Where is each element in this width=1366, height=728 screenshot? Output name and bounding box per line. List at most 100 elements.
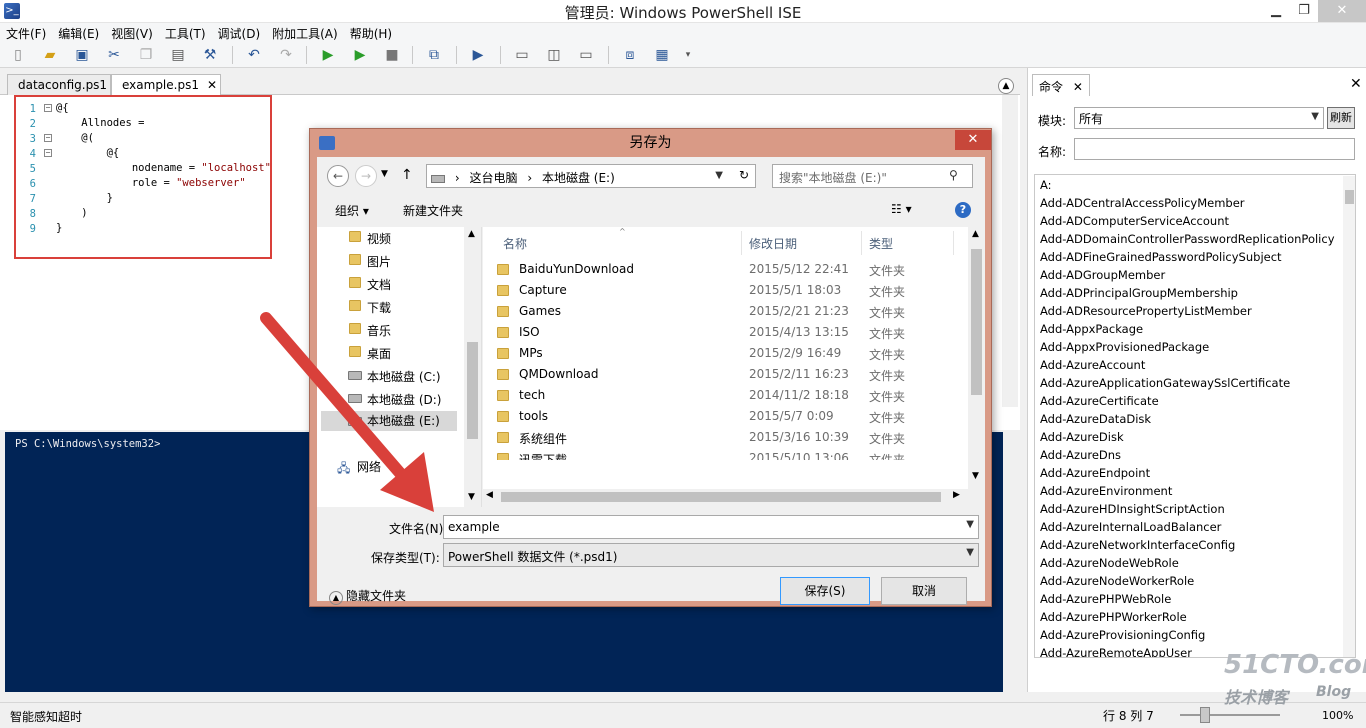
column-header-name[interactable]: 名称 — [503, 235, 527, 252]
column-separator[interactable] — [741, 231, 742, 255]
list-item[interactable]: Add-ADCentralAccessPolicyMember — [1040, 196, 1245, 210]
close-panel-icon[interactable]: ✕ — [1350, 76, 1362, 92]
undo-icon[interactable]: ↶ — [244, 45, 264, 65]
list-item[interactable]: Add-AzureApplicationGatewaySslCertificat… — [1040, 376, 1290, 390]
organize-button[interactable]: 组织 ▾ — [335, 202, 369, 219]
open-folder-icon[interactable]: ▰ — [40, 45, 60, 65]
collapse-editor-icon[interactable]: ▲ — [998, 78, 1014, 94]
toolbar-overflow-icon[interactable]: ▾ — [678, 45, 698, 65]
list-item[interactable]: Add-ADDomainControllerPasswordReplicatio… — [1040, 232, 1335, 246]
layout-max-icon[interactable]: ▭ — [576, 45, 596, 65]
tab-example[interactable]: example.ps1 ✕ — [111, 74, 221, 96]
command-list-scrollbar[interactable] — [1343, 176, 1355, 657]
table-row[interactable]: BaiduYunDownload 2015/5/12 22:41 文件夹 — [483, 259, 963, 280]
new-folder-button[interactable]: 新建文件夹 — [403, 202, 463, 219]
file-list-hscrollbar[interactable]: ◀ ▶ — [483, 489, 968, 505]
list-item[interactable]: Add-AzureNodeWebRole — [1040, 556, 1179, 570]
scroll-up-icon[interactable]: ▲ — [468, 229, 475, 239]
table-row[interactable]: Games 2015/2/21 21:23 文件夹 — [483, 301, 963, 322]
table-row[interactable]: QMDownload 2015/2/11 16:23 文件夹 — [483, 364, 963, 385]
list-item[interactable]: Add-AzureHDInsightScriptAction — [1040, 502, 1225, 516]
list-item[interactable]: Add-AzureDns — [1040, 448, 1121, 462]
start-powershell-icon[interactable]: ▶ — [468, 45, 488, 65]
table-row[interactable]: 系统组件 2015/3/16 10:39 文件夹 — [483, 427, 963, 448]
scroll-thumb[interactable] — [501, 492, 941, 502]
list-item[interactable]: Add-ADResourcePropertyListMember — [1040, 304, 1252, 318]
copy-icon[interactable]: ❐ — [136, 45, 156, 65]
menu-tools[interactable]: 工具(T) — [159, 23, 212, 42]
list-item[interactable]: Add-ADGroupMember — [1040, 268, 1165, 282]
show-addon-icon[interactable]: ⧈ — [620, 45, 640, 65]
list-item[interactable]: Add-AppxPackage — [1040, 322, 1143, 336]
scroll-thumb[interactable] — [1345, 190, 1354, 204]
menu-help[interactable]: 帮助(H) — [344, 23, 398, 42]
list-item[interactable]: Add-AzureEndpoint — [1040, 466, 1150, 480]
name-filter-input[interactable] — [1074, 138, 1355, 160]
layout-right-icon[interactable]: ◫ — [544, 45, 564, 65]
menu-debug[interactable]: 调试(D) — [212, 23, 267, 42]
list-item[interactable]: Add-AzureRemoteAppUser — [1040, 646, 1192, 657]
menu-file[interactable]: 文件(F) — [0, 23, 52, 42]
nav-scrollbar[interactable]: ▲ ▼ — [464, 227, 481, 507]
dialog-close-button[interactable]: ✕ — [955, 130, 991, 150]
console-scrollbar[interactable] — [1003, 432, 1019, 692]
scroll-down-icon[interactable]: ▼ — [468, 492, 475, 502]
recent-locations-chevron-icon[interactable]: ▼ — [381, 169, 388, 179]
table-row[interactable]: Capture 2015/5/1 18:03 文件夹 — [483, 280, 963, 301]
redo-icon[interactable]: ↷ — [276, 45, 296, 65]
list-item[interactable]: Add-AzureNetworkInterfaceConfig — [1040, 538, 1235, 552]
breadcrumb-item[interactable]: 本地磁盘 (E:) — [542, 171, 615, 185]
minimize-button[interactable]: ▁ — [1262, 0, 1290, 22]
clear-console-icon[interactable]: ⚒ — [200, 45, 220, 65]
zoom-slider[interactable] — [1180, 714, 1280, 716]
scroll-thumb[interactable] — [971, 249, 982, 395]
close-button[interactable]: ✕ — [1318, 0, 1366, 22]
refresh-button[interactable]: 刷新 — [1327, 107, 1355, 129]
menu-edit[interactable]: 编辑(E) — [52, 23, 105, 42]
table-row[interactable]: MPs 2015/2/9 16:49 文件夹 — [483, 343, 963, 364]
close-tab-icon[interactable]: ✕ — [207, 78, 217, 92]
paste-icon[interactable]: ▤ — [168, 45, 188, 65]
new-file-icon[interactable]: ▯ — [8, 45, 28, 65]
menu-view[interactable]: 视图(V) — [105, 23, 159, 42]
chevron-down-icon[interactable]: ▼ — [966, 519, 974, 530]
show-commands-icon[interactable]: ▦ — [652, 45, 672, 65]
close-tab-icon[interactable]: ✕ — [1073, 80, 1083, 94]
tab-commands[interactable]: 命令 ✕ — [1032, 74, 1090, 96]
file-list-vscrollbar[interactable]: ▲ ▼ — [968, 227, 985, 505]
column-header-type[interactable]: 类型 — [869, 235, 893, 252]
list-item[interactable]: Add-AzureDataDisk — [1040, 412, 1151, 426]
view-options-icon[interactable]: ☷ ▾ — [891, 202, 912, 216]
scroll-left-icon[interactable]: ◀ — [486, 490, 493, 500]
layout-top-icon[interactable]: ▭ — [512, 45, 532, 65]
list-item[interactable]: Add-AzureNodeWorkerRole — [1040, 574, 1194, 588]
save-icon[interactable]: ▣ — [72, 45, 92, 65]
cut-icon[interactable]: ✂ — [104, 45, 124, 65]
nav-item-pictures[interactable]: 图片 — [367, 253, 391, 270]
forward-button[interactable]: → — [355, 165, 377, 187]
up-button[interactable]: ↑ — [401, 167, 413, 183]
breadcrumb-item[interactable]: 这台电脑 — [469, 171, 517, 185]
filename-input[interactable]: example ▼ — [443, 515, 979, 539]
run-selection-icon[interactable]: ▶ — [350, 45, 370, 65]
nav-item-documents[interactable]: 文档 — [367, 276, 391, 293]
list-item[interactable]: Add-AzurePHPWebRole — [1040, 592, 1171, 606]
chevron-down-icon[interactable]: ▼ — [715, 170, 723, 181]
run-script-icon[interactable]: ▶ — [318, 45, 338, 65]
table-row[interactable]: 迅雷下载 2015/5/10 13:06 文件夹 — [483, 448, 963, 460]
list-item[interactable]: Add-AppxProvisionedPackage — [1040, 340, 1209, 354]
column-separator[interactable] — [861, 231, 862, 255]
list-item[interactable]: Add-AzureAccount — [1040, 358, 1145, 372]
refresh-icon[interactable]: ↻ — [734, 165, 754, 185]
restore-button[interactable]: ❐ — [1290, 0, 1318, 22]
search-icon[interactable]: ⚲ — [949, 168, 958, 182]
editor-scrollbar[interactable] — [1002, 95, 1018, 407]
nav-item-videos[interactable]: 视频 — [367, 230, 391, 247]
list-item[interactable]: Add-AzureInternalLoadBalancer — [1040, 520, 1221, 534]
list-item[interactable]: A: — [1040, 178, 1052, 192]
save-button[interactable]: 保存(S) — [780, 577, 870, 605]
search-input[interactable]: 搜索"本地磁盘 (E:)" — [772, 164, 973, 188]
hide-folders-toggle[interactable]: ▲ 隐藏文件夹 — [329, 587, 406, 605]
scroll-down-icon[interactable]: ▼ — [972, 471, 979, 481]
list-item[interactable]: Add-AzureDisk — [1040, 430, 1124, 444]
